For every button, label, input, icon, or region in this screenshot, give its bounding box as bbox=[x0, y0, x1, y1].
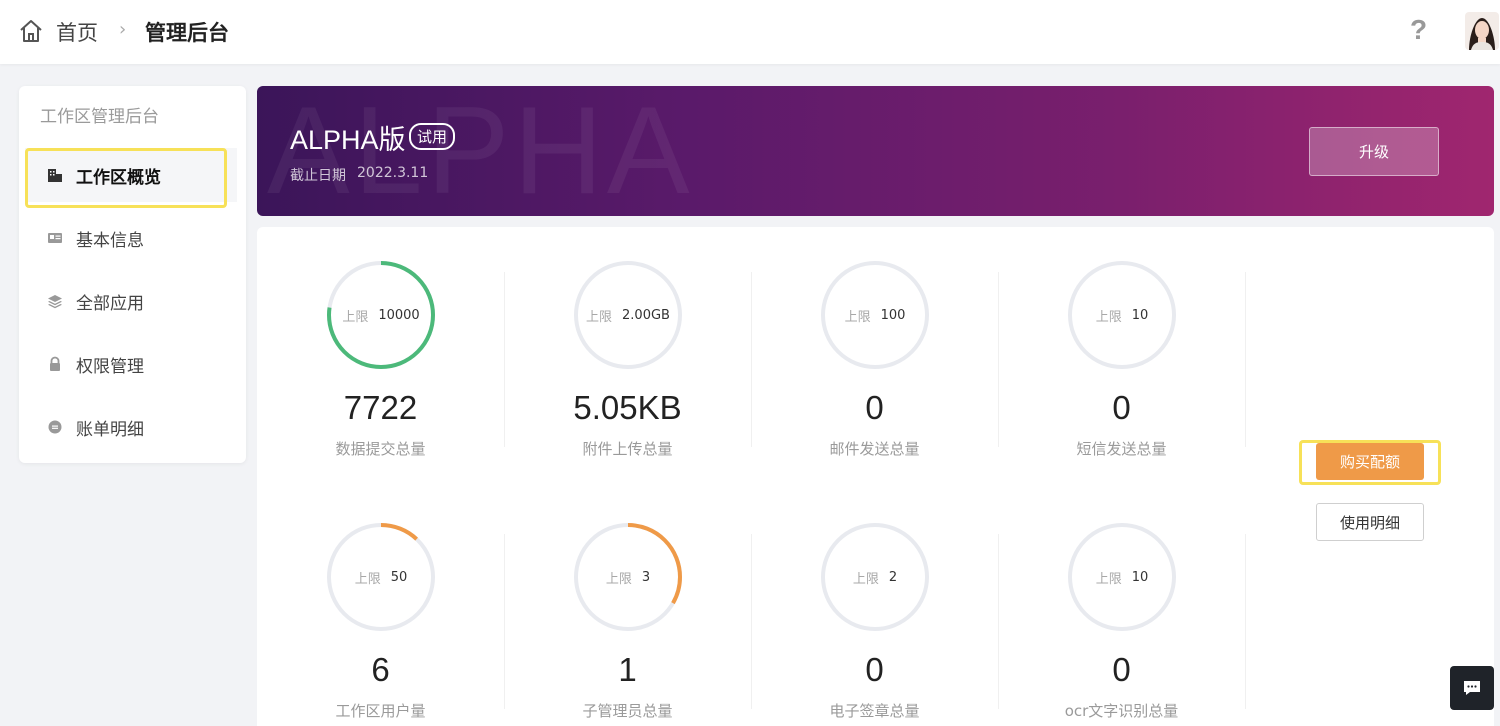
quota-limit-label: 上限 bbox=[844, 309, 871, 325]
quota-limit-label: 上限 bbox=[354, 571, 381, 587]
quota-used-value: 0 bbox=[865, 651, 884, 688]
home-icon[interactable] bbox=[18, 18, 44, 44]
column-divider bbox=[1245, 272, 1246, 447]
deadline-label: 截止日期 bbox=[290, 168, 346, 184]
lock-icon bbox=[50, 356, 60, 371]
id-card-icon bbox=[48, 233, 62, 243]
column-divider bbox=[998, 272, 999, 447]
sidebar-item-label: 工作区概览 bbox=[76, 167, 161, 188]
sidebar-item-basic-info[interactable]: 基本信息 bbox=[25, 211, 237, 265]
trial-badge: 试用 bbox=[409, 123, 456, 150]
quota-stat-card: 上限 10 0 短信发送总量 bbox=[998, 227, 1245, 467]
quota-stat-card: 上限 10 0 ocr文字识别总量 bbox=[998, 489, 1245, 726]
quota-stat-card: 上限 10000 7722 数据提交总量 bbox=[257, 227, 504, 467]
upgrade-button[interactable]: 升级 bbox=[1309, 127, 1439, 176]
quota-limit-value: 10 bbox=[1131, 307, 1149, 323]
quota-limit: 上限 10 bbox=[1067, 260, 1177, 370]
sidebar: 工作区管理后台 工作区概览 基本信息 全部应用 权限管理 账单明细 bbox=[19, 86, 246, 463]
sidebar-item-overview[interactable]: 工作区概览 bbox=[25, 148, 237, 208]
quota-limit: 上限 2.00GB bbox=[573, 260, 683, 370]
deadline-value: 2022.3.11 bbox=[357, 165, 429, 181]
quota-name: 邮件发送总量 bbox=[829, 440, 920, 458]
breadcrumb-home[interactable]: 首页 bbox=[56, 17, 98, 47]
quota-name: 附件上传总量 bbox=[582, 440, 673, 458]
quota-name: 工作区用户量 bbox=[335, 702, 426, 720]
quota-limit-value: 10000 bbox=[378, 307, 420, 323]
quota-limit-label: 上限 bbox=[586, 309, 613, 325]
quota-used-value: 5.05KB bbox=[573, 389, 682, 426]
quota-limit: 上限 2 bbox=[820, 522, 930, 632]
quota-used-value: 1 bbox=[618, 651, 637, 688]
quota-limit-value: 100 bbox=[880, 307, 906, 323]
quota-limit-value: 10 bbox=[1131, 569, 1149, 585]
building-icon bbox=[48, 169, 62, 182]
column-divider bbox=[1245, 534, 1246, 709]
quota-limit-value: 2.00GB bbox=[622, 307, 670, 323]
quota-panel: 上限 10000 7722 数据提交总量 上限 2.00GB 5.05KB 附件上传总量 上限 1… bbox=[257, 227, 1494, 726]
buy-quota-button[interactable]: 购买配额 bbox=[1316, 443, 1424, 480]
edition-title: ALPHA版 bbox=[290, 125, 406, 155]
chevron-right-icon: › bbox=[119, 19, 127, 40]
sidebar-title: 工作区管理后台 bbox=[40, 107, 159, 127]
breadcrumb-current: 管理后台 bbox=[145, 21, 229, 45]
quota-name: 电子签章总量 bbox=[829, 702, 920, 720]
quota-limit: 上限 10 bbox=[1067, 522, 1177, 632]
quota-stat-card: 上限 2 0 电子签章总量 bbox=[751, 489, 998, 726]
sidebar-item-label: 权限管理 bbox=[76, 356, 144, 377]
quota-name: 短信发送总量 bbox=[1076, 440, 1167, 458]
layers-icon bbox=[48, 295, 62, 309]
quota-limit-value: 2 bbox=[888, 569, 898, 585]
sidebar-item-permissions[interactable]: 权限管理 bbox=[25, 337, 237, 391]
quota-limit-label: 上限 bbox=[1095, 571, 1122, 587]
column-divider bbox=[504, 534, 505, 709]
help-icon[interactable]: ? bbox=[1410, 14, 1427, 46]
quota-limit-value: 50 bbox=[390, 569, 408, 585]
sidebar-item-all-apps[interactable]: 全部应用 bbox=[25, 274, 237, 328]
column-divider bbox=[751, 272, 752, 447]
quota-limit: 上限 100 bbox=[820, 260, 930, 370]
sidebar-item-label: 基本信息 bbox=[76, 230, 144, 251]
column-divider bbox=[998, 534, 999, 709]
plan-banner: ALPHA ALPHA版 试用 截止日期 2022.3.11 升级 bbox=[257, 86, 1494, 216]
quota-used-value: 0 bbox=[1112, 389, 1131, 426]
quota-limit-label: 上限 bbox=[342, 309, 369, 325]
quota-used-value: 0 bbox=[1112, 651, 1131, 688]
quota-stat-card: 上限 50 6 工作区用户量 bbox=[257, 489, 504, 726]
quota-limit-label: 上限 bbox=[852, 571, 879, 587]
coin-icon bbox=[48, 420, 62, 434]
column-divider bbox=[751, 534, 752, 709]
chat-icon bbox=[1464, 681, 1480, 695]
quota-limit: 上限 10000 bbox=[326, 260, 436, 370]
sidebar-item-label: 全部应用 bbox=[76, 293, 144, 314]
quota-limit: 上限 50 bbox=[326, 522, 436, 632]
quota-stat-card: 上限 2.00GB 5.05KB 附件上传总量 bbox=[504, 227, 751, 467]
usage-detail-button[interactable]: 使用明细 bbox=[1316, 503, 1424, 541]
column-divider bbox=[504, 272, 505, 447]
sidebar-item-label: 账单明细 bbox=[76, 419, 144, 440]
quota-used-value: 6 bbox=[371, 651, 390, 688]
quota-limit: 上限 3 bbox=[573, 522, 683, 632]
top-bar: 首页 › 管理后台 ? bbox=[0, 0, 1500, 64]
quota-stat-card: 上限 100 0 邮件发送总量 bbox=[751, 227, 998, 467]
quota-limit-label: 上限 bbox=[605, 571, 632, 587]
sidebar-item-billing[interactable]: 账单明细 bbox=[25, 400, 237, 454]
quota-used-value: 0 bbox=[865, 389, 884, 426]
quota-stat-card: 上限 3 1 子管理员总量 bbox=[504, 489, 751, 726]
quota-name: ocr文字识别总量 bbox=[1064, 702, 1179, 720]
avatar[interactable] bbox=[1465, 12, 1499, 50]
chat-button[interactable] bbox=[1450, 666, 1494, 710]
quota-used-value: 7722 bbox=[343, 389, 418, 426]
quota-name: 子管理员总量 bbox=[582, 702, 673, 720]
quota-limit-label: 上限 bbox=[1095, 309, 1122, 325]
quota-name: 数据提交总量 bbox=[335, 440, 426, 458]
quota-limit-value: 3 bbox=[641, 569, 651, 585]
